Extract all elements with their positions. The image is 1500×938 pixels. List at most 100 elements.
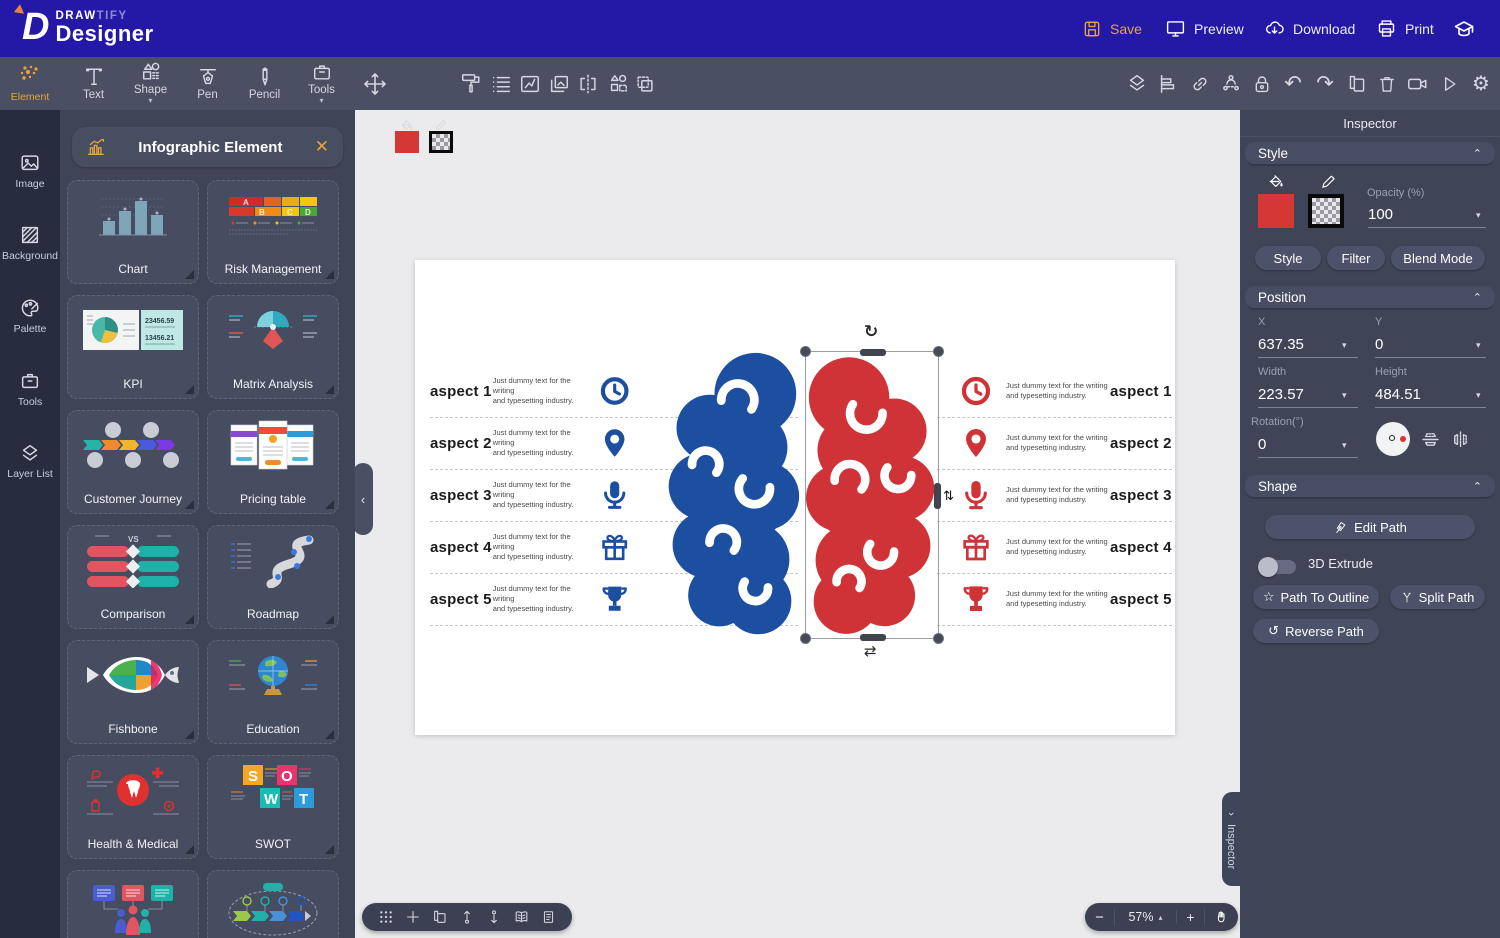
width-value[interactable]: 223.57 <box>1258 386 1304 403</box>
artboard[interactable]: aspect 1 Just dummy text for the writing… <box>415 260 1175 735</box>
tool-text[interactable]: Text <box>65 57 122 110</box>
move-page-up-icon[interactable] <box>459 909 475 925</box>
sidebar-item-palette[interactable]: Palette <box>0 285 60 347</box>
zoom-out-button[interactable]: − <box>1085 908 1115 926</box>
sidebar-item-element[interactable]: Element <box>0 57 60 110</box>
close-icon[interactable]: ✕ <box>315 137 329 157</box>
tool-tools[interactable]: Tools ▾ <box>293 57 350 110</box>
selection-handle-bottom[interactable] <box>860 634 886 641</box>
aspect-row-left-5[interactable]: aspect 5 Just dummy text for the writing… <box>430 573 630 625</box>
rotate-handle-icon[interactable]: ↻ <box>864 322 878 342</box>
element-card-process-flow[interactable] <box>207 870 339 938</box>
element-card-swot[interactable]: S W O T SWOT <box>207 755 339 859</box>
align-button[interactable] <box>1157 73 1179 95</box>
fill-color-swatch[interactable] <box>395 119 419 153</box>
stroke-color-well[interactable] <box>1308 194 1344 228</box>
pages-book-icon[interactable] <box>513 909 530 925</box>
blend-mode-tab-button[interactable]: Blend Mode <box>1391 246 1485 270</box>
edit-image-button[interactable] <box>519 73 541 95</box>
undo-button[interactable]: ↶ <box>1284 72 1302 95</box>
rotation-dropdown-caret[interactable]: ▾ <box>1342 440 1347 451</box>
inspector-collapse-tab[interactable]: › Inspector <box>1222 792 1240 886</box>
canvas-area[interactable]: aspect 1 Just dummy text for the writing… <box>353 110 1240 938</box>
element-card-people[interactable] <box>67 870 199 938</box>
width-dropdown-caret[interactable]: ▾ <box>1342 390 1347 401</box>
copy-button[interactable] <box>1347 73 1368 95</box>
style-tab-button[interactable]: Style <box>1255 246 1321 270</box>
element-card-fishbone[interactable]: Fishbone <box>67 640 199 744</box>
grid-view-icon[interactable] <box>378 909 394 925</box>
pan-tool-button[interactable] <box>1205 909 1238 925</box>
tool-shape[interactable]: Shape ▾ <box>122 57 179 110</box>
fill-color-well[interactable] <box>1258 194 1294 228</box>
duplicate-shape-button[interactable] <box>634 73 656 95</box>
element-card-matrix-analysis[interactable]: Matrix Analysis <box>207 295 339 399</box>
selection-handle-top[interactable] <box>860 349 886 356</box>
aspect-row-right-1[interactable]: Just dummy text for the writing and types… <box>960 365 1172 417</box>
anchor-point-control[interactable] <box>1376 422 1410 456</box>
save-button[interactable]: Save <box>1082 0 1142 57</box>
preview-button[interactable]: Preview <box>1165 0 1244 57</box>
split-path-button[interactable]: Split Path <box>1390 585 1485 609</box>
aspect-row-right-3[interactable]: Just dummy text for the writing and types… <box>960 469 1172 521</box>
selection-handle-right[interactable] <box>934 483 941 509</box>
selection-handle-bottom-left[interactable] <box>800 633 811 644</box>
stroke-color-swatch[interactable] <box>429 119 453 153</box>
insert-shape-button[interactable] <box>607 73 630 95</box>
height-value[interactable]: 484.51 <box>1375 386 1421 403</box>
aspect-row-left-2[interactable]: aspect 2 Just dummy text for the writing… <box>430 417 630 469</box>
record-button[interactable] <box>1406 73 1429 95</box>
settings-button[interactable]: ⚙ <box>1472 73 1490 95</box>
element-card-chart[interactable]: Chart <box>67 180 199 284</box>
element-card-roadmap[interactable]: Roadmap <box>207 525 339 629</box>
delete-button[interactable] <box>1377 73 1397 95</box>
page-list-icon[interactable] <box>541 909 556 925</box>
opacity-dropdown-caret[interactable]: ▾ <box>1476 210 1481 221</box>
add-page-icon[interactable] <box>405 909 421 925</box>
reverse-path-button[interactable]: ↺ Reverse Path <box>1253 619 1379 643</box>
element-card-kpi[interactable]: 23456.59 13456.21 KPI <box>67 295 199 399</box>
aspect-row-left-3[interactable]: aspect 3 Just dummy text for the writing… <box>430 469 630 521</box>
flip-vertical-icon[interactable] <box>1420 429 1441 450</box>
brain-left-half[interactable] <box>660 350 802 642</box>
edit-path-button[interactable]: Edit Path <box>1265 515 1475 539</box>
lock-button[interactable] <box>1252 73 1273 95</box>
download-button[interactable]: Download <box>1264 0 1355 57</box>
move-tool-button[interactable] <box>363 72 387 96</box>
sidebar-item-background[interactable]: Background <box>0 212 60 274</box>
tutorial-button[interactable] <box>1452 0 1476 57</box>
flip-object-button[interactable] <box>577 73 599 95</box>
selection-handle-top-right[interactable] <box>933 346 944 357</box>
sidebar-item-image[interactable]: Image <box>0 140 60 202</box>
element-card-comparison[interactable]: VS Comparison <box>67 525 199 629</box>
flip-horizontal-icon[interactable] <box>1450 429 1471 450</box>
element-card-education[interactable]: Education <box>207 640 339 744</box>
aspect-row-right-2[interactable]: Just dummy text for the writing and types… <box>960 417 1172 469</box>
3d-extrude-toggle[interactable] <box>1258 557 1296 577</box>
tool-pen[interactable]: Pen <box>179 57 236 110</box>
redo-button[interactable]: ↷ <box>1316 72 1334 95</box>
aspect-row-left-4[interactable]: aspect 4 Just dummy text for the writing… <box>430 521 630 573</box>
move-page-down-icon[interactable] <box>486 909 502 925</box>
link-button[interactable] <box>1189 73 1212 95</box>
element-card-health-medical[interactable]: Health & Medical <box>67 755 199 859</box>
path-to-outline-button[interactable]: ☆ Path To Outline <box>1253 585 1379 609</box>
aspect-row-right-5[interactable]: Just dummy text for the writing and types… <box>960 573 1172 625</box>
group-button[interactable] <box>1220 73 1243 95</box>
y-value[interactable]: 0 <box>1375 336 1383 353</box>
height-dropdown-caret[interactable]: ▾ <box>1476 390 1481 401</box>
element-card-risk-management[interactable]: ABCD Risk Management <box>207 180 339 284</box>
align-settings-button[interactable] <box>490 73 512 95</box>
swap-handle-icon[interactable]: ⇄ <box>864 642 877 660</box>
filter-tab-button[interactable]: Filter <box>1327 246 1385 270</box>
rotation-value[interactable]: 0 <box>1258 436 1266 453</box>
selection-bounding-box[interactable]: ↻ ⇄ ⇅ <box>800 322 954 660</box>
play-button[interactable] <box>1439 73 1459 95</box>
aspect-row-right-4[interactable]: Just dummy text for the writing and types… <box>960 521 1172 573</box>
zoom-level-dropdown[interactable]: 57% ▴ <box>1115 910 1177 924</box>
y-dropdown-caret[interactable]: ▾ <box>1476 340 1481 351</box>
x-dropdown-caret[interactable]: ▾ <box>1342 340 1347 351</box>
selection-handle-top-left[interactable] <box>800 346 811 357</box>
position-section-header[interactable]: Position ⌃ <box>1245 286 1495 310</box>
tool-pencil[interactable]: Pencil <box>236 57 293 110</box>
